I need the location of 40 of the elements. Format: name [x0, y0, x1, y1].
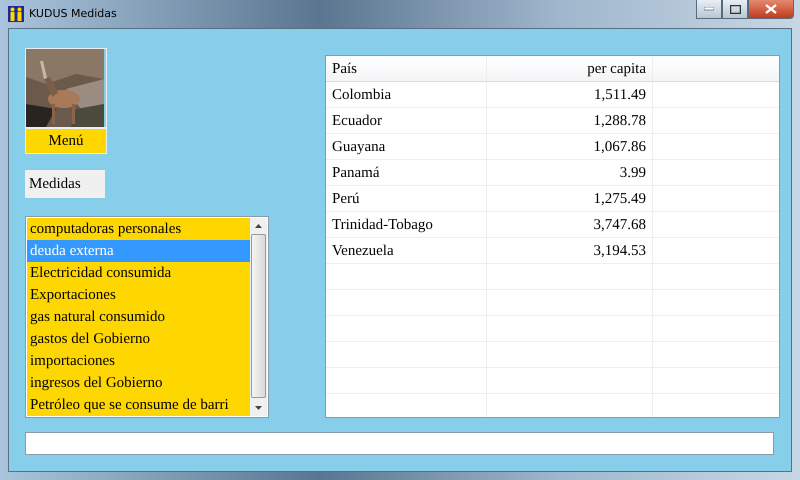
list-item[interactable]: gastos del Gobierno: [27, 328, 250, 350]
minimize-icon: [704, 7, 714, 11]
people-icon: [8, 6, 24, 22]
table-cell: Venezuela: [326, 238, 487, 263]
column-header[interactable]: País: [326, 56, 487, 81]
list-item[interactable]: importaciones: [27, 350, 250, 372]
table-cell: 3,747.68: [487, 212, 653, 237]
list-item[interactable]: Petróleo que se consume de barri: [27, 394, 250, 416]
measures-listbox[interactable]: computadoras personales deuda externa Electricidad consumida Exportaciones gas natural consumido gastos del Gobierno importaciones ingresos del Gobierno Petróleo que se consume de barri: [25, 216, 269, 418]
table-cell: Perú: [326, 186, 487, 211]
table-cell: Guayana: [326, 134, 487, 159]
menu-button[interactable]: Menú: [26, 127, 106, 153]
column-header[interactable]: per capita: [487, 56, 653, 81]
table-cell: 1,067.86: [487, 134, 653, 159]
scroll-up-icon[interactable]: [255, 224, 262, 228]
scroll-thumb[interactable]: [251, 234, 266, 398]
table-cell: 3.99: [487, 160, 653, 185]
list-item[interactable]: Exportaciones: [27, 284, 250, 306]
window-title: KUDUS Medidas: [29, 7, 117, 20]
maximize-button[interactable]: [722, 0, 748, 19]
table-cell: Trinidad-Tobago: [326, 212, 487, 237]
table-cell: Panamá: [326, 160, 487, 185]
close-button[interactable]: [748, 0, 794, 19]
table-cell: 1,275.49: [487, 186, 653, 211]
table-cell: Colombia: [326, 82, 487, 107]
status-field[interactable]: [25, 432, 774, 455]
table-cell: Ecuador: [326, 108, 487, 133]
list-item[interactable]: gas natural consumido: [27, 306, 250, 328]
scroll-down-icon[interactable]: [255, 406, 262, 410]
list-item[interactable]: Electricidad consumida: [27, 262, 250, 284]
table-cell: 1,288.78: [487, 108, 653, 133]
table-cell: 1,511.49: [487, 82, 653, 107]
measures-label: Medidas: [25, 170, 105, 198]
table-cell: 3,194.53: [487, 238, 653, 263]
list-item[interactable]: ingresos del Gobierno: [27, 372, 250, 394]
list-item[interactable]: computadoras personales: [27, 218, 250, 240]
maximize-icon: [730, 4, 740, 14]
minimize-button[interactable]: [696, 0, 722, 19]
close-icon: [765, 4, 777, 14]
scrollbar[interactable]: [250, 218, 267, 416]
